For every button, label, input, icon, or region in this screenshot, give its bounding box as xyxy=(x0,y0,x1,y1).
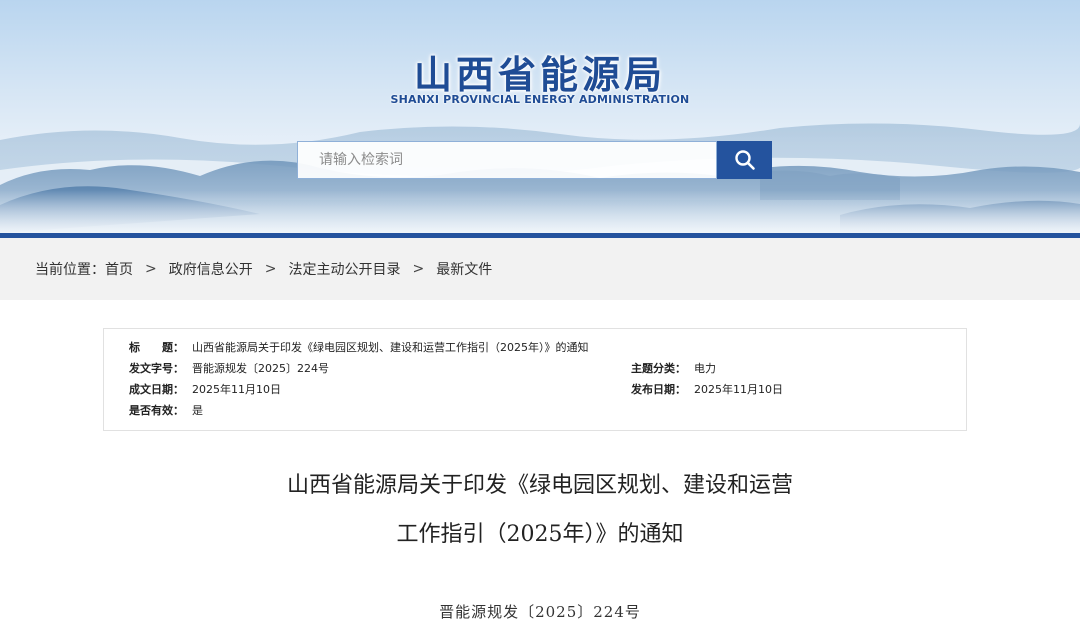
info-label-created-date: 成文日期： xyxy=(129,383,184,396)
info-row-published-date: 发布日期： 2025年11月10日 xyxy=(631,381,783,399)
info-value-title: 山西省能源局关于印发《绿电园区规划、建设和运营工作指引（2025年）》的通知 xyxy=(192,341,589,354)
header-banner: 山西省能源局 SHANXI PROVINCIAL ENERGY ADMINIST… xyxy=(0,0,1080,233)
info-value-published-date: 2025年11月10日 xyxy=(694,383,783,396)
info-value-validity: 是 xyxy=(192,404,203,417)
info-label-title: 标 题： xyxy=(129,341,184,354)
info-row-title: 标 题： 山西省能源局关于印发《绿电园区规划、建设和运营工作指引（2025年）》的… xyxy=(129,339,589,357)
info-row-validity: 是否有效： 是 xyxy=(129,402,203,420)
info-value-created-date: 2025年11月10日 xyxy=(192,383,281,396)
breadcrumb-separator: > xyxy=(412,261,425,277)
breadcrumb-separator: > xyxy=(145,261,157,277)
info-row-created-date: 成文日期： 2025年11月10日 xyxy=(129,381,281,399)
breadcrumb-directory[interactable]: 法定主动公开目录 xyxy=(288,259,400,279)
info-label-category: 主题分类： xyxy=(631,362,686,375)
search-button[interactable] xyxy=(717,141,772,179)
breadcrumb-latest-files[interactable]: 最新文件 xyxy=(436,259,492,279)
info-label-published-date: 发布日期： xyxy=(631,383,686,396)
breadcrumb-prefix: 当前位置： xyxy=(35,262,105,278)
search-box xyxy=(297,141,717,179)
info-label-validity: 是否有效： xyxy=(129,404,184,417)
breadcrumb-gov-info[interactable]: 政府信息公开 xyxy=(169,259,253,279)
document-info-box: 标 题： 山西省能源局关于印发《绿电园区规划、建设和运营工作指引（2025年）》的… xyxy=(103,328,967,431)
info-row-doc-number: 发文字号： 晋能源规发〔2025〕224号 xyxy=(129,360,329,378)
article-title-line-2: 工作指引（2025年）》的通知 xyxy=(396,522,684,547)
search-icon xyxy=(734,150,755,170)
site-logo-subtitle: SHANXI PROVINCIAL ENERGY ADMINISTRATION xyxy=(390,93,690,106)
breadcrumb-home[interactable]: 首页 xyxy=(105,259,133,279)
search-input[interactable] xyxy=(317,151,716,169)
info-row-category: 主题分类： 电力 xyxy=(631,360,716,378)
article-title-line-1: 山西省能源局关于印发《绿电园区规划、建设和运营 xyxy=(286,473,793,498)
article-doc-number: 晋能源规发〔2025〕224号 xyxy=(439,603,641,621)
site-logo-title[interactable]: 山西省能源局 xyxy=(0,44,1080,99)
info-value-category: 电力 xyxy=(694,362,716,375)
breadcrumb-separator: > xyxy=(264,261,277,277)
mountain-landscape-image xyxy=(0,123,1080,233)
info-value-doc-number: 晋能源规发〔2025〕224号 xyxy=(192,362,329,375)
info-label-doc-number: 发文字号： xyxy=(129,362,184,375)
breadcrumb: 当前位置： 首页 > 政府信息公开 > 法定主动公开目录 > 最新文件 xyxy=(0,238,1080,300)
